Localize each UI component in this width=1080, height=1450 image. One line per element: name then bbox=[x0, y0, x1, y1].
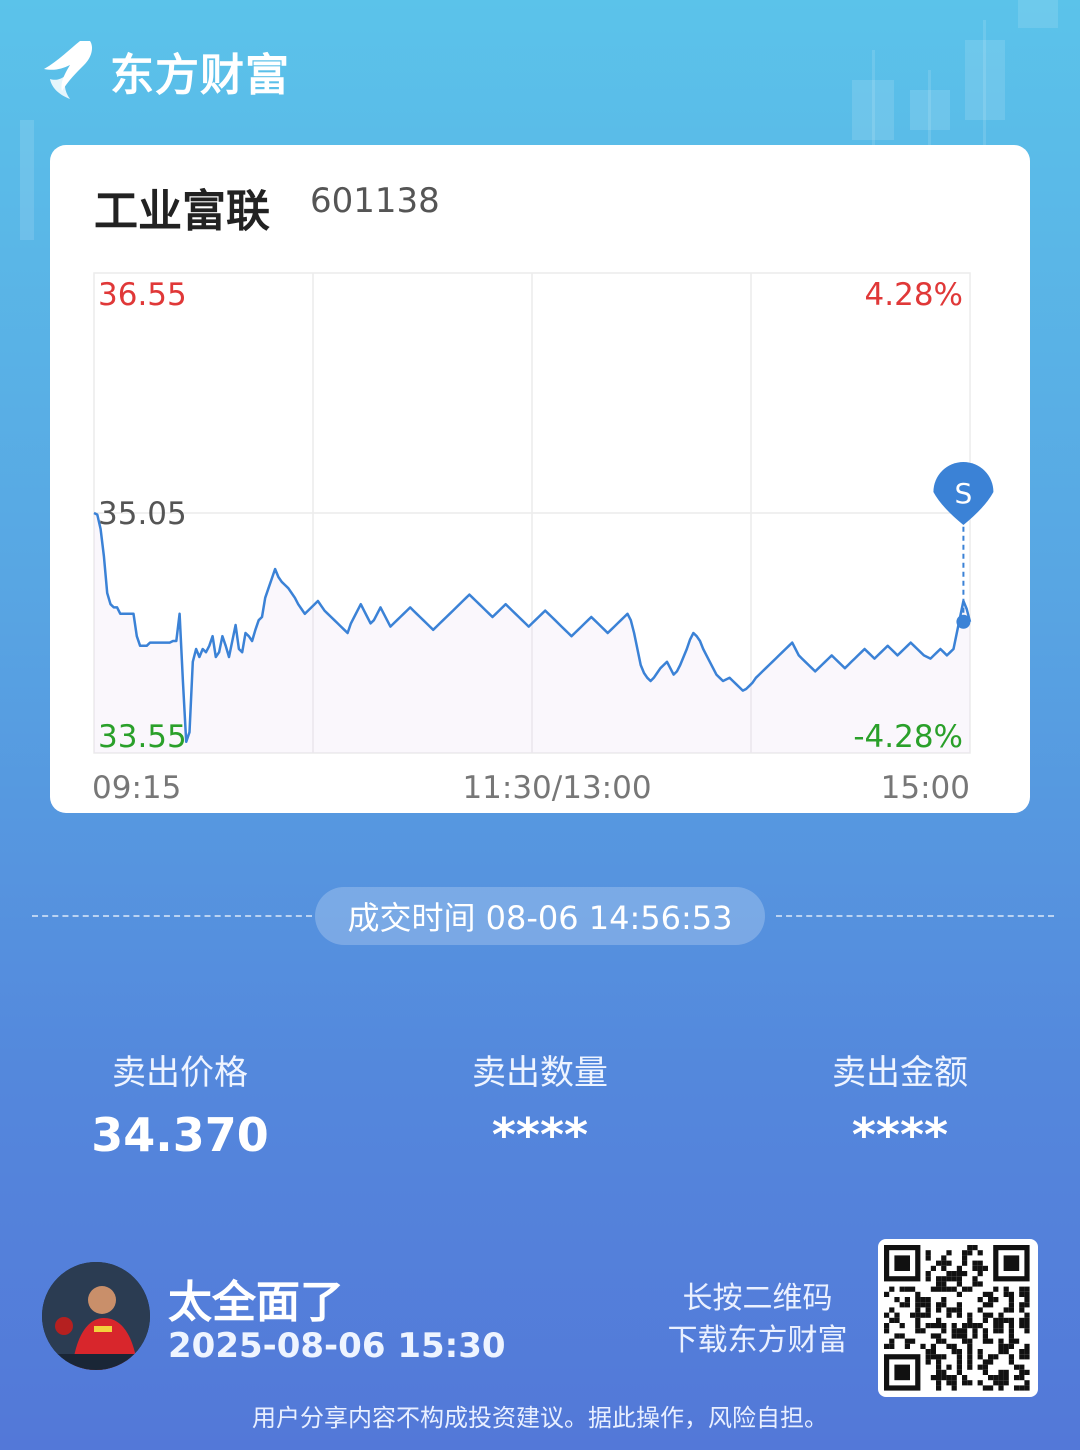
share-time: 2025-08-06 15:30 bbox=[168, 1326, 506, 1366]
time-label-open: 09:15 bbox=[92, 770, 181, 806]
stat-sell-price: 卖出价格 34.370 bbox=[0, 1045, 360, 1162]
stat-value: **** bbox=[851, 1108, 949, 1162]
stat-value: 34.370 bbox=[91, 1108, 269, 1162]
app-header: 东方财富 bbox=[40, 36, 290, 106]
trade-time-badge: 成交时间 08-06 14:56:53 bbox=[315, 887, 765, 945]
sell-marker-dot bbox=[956, 614, 971, 629]
eastmoney-logo-icon bbox=[44, 41, 92, 99]
pct-label-high: 4.28% bbox=[865, 277, 963, 313]
avatar-photo-icon bbox=[42, 1262, 150, 1370]
price-label-high: 36.55 bbox=[98, 277, 187, 313]
qr-hint: 长按二维码 下载东方财富 bbox=[650, 1278, 865, 1362]
intraday-chart: S 36.55 35.05 33.55 4.28% -4.28% 09:15 11:30/13… bbox=[92, 272, 994, 806]
stat-label: 卖出数量 bbox=[472, 1053, 608, 1093]
pct-label-low: -4.28% bbox=[853, 719, 963, 755]
price-label-low: 33.55 bbox=[98, 719, 187, 755]
stock-chart-card: 工业富联 601138 S 36.55 35.05 33.55 4.28% -4.28% 0… bbox=[50, 145, 1030, 813]
price-label-prev-close: 35.05 bbox=[98, 496, 187, 532]
qr-hint-line2: 下载东方财富 bbox=[667, 1323, 848, 1358]
stat-sell-amount: 卖出金额 **** bbox=[720, 1045, 1080, 1162]
qr-hint-line1: 长按二维码 bbox=[682, 1281, 833, 1316]
divider-right bbox=[776, 915, 1054, 917]
stat-label: 卖出金额 bbox=[832, 1053, 968, 1093]
qr-code-icon bbox=[884, 1245, 1030, 1391]
trade-time-row: 成交时间 08-06 14:56:53 bbox=[0, 885, 1080, 945]
stat-label: 卖出价格 bbox=[112, 1053, 248, 1093]
time-label-close: 15:00 bbox=[881, 770, 970, 806]
stat-value: **** bbox=[491, 1108, 589, 1162]
disclaimer: 用户分享内容不构成投资建议。据此操作，风险自担。 bbox=[252, 1404, 828, 1432]
download-qr-code[interactable] bbox=[878, 1239, 1038, 1397]
sell-marker-label: S bbox=[955, 477, 973, 510]
stat-sell-quantity: 卖出数量 **** bbox=[360, 1045, 720, 1162]
brand-name: 东方财富 bbox=[110, 50, 290, 101]
user-name: 太全面了 bbox=[168, 1277, 344, 1328]
user-avatar[interactable] bbox=[42, 1262, 150, 1370]
time-label-midday: 11:30/13:00 bbox=[462, 770, 651, 806]
divider-left bbox=[32, 915, 312, 917]
